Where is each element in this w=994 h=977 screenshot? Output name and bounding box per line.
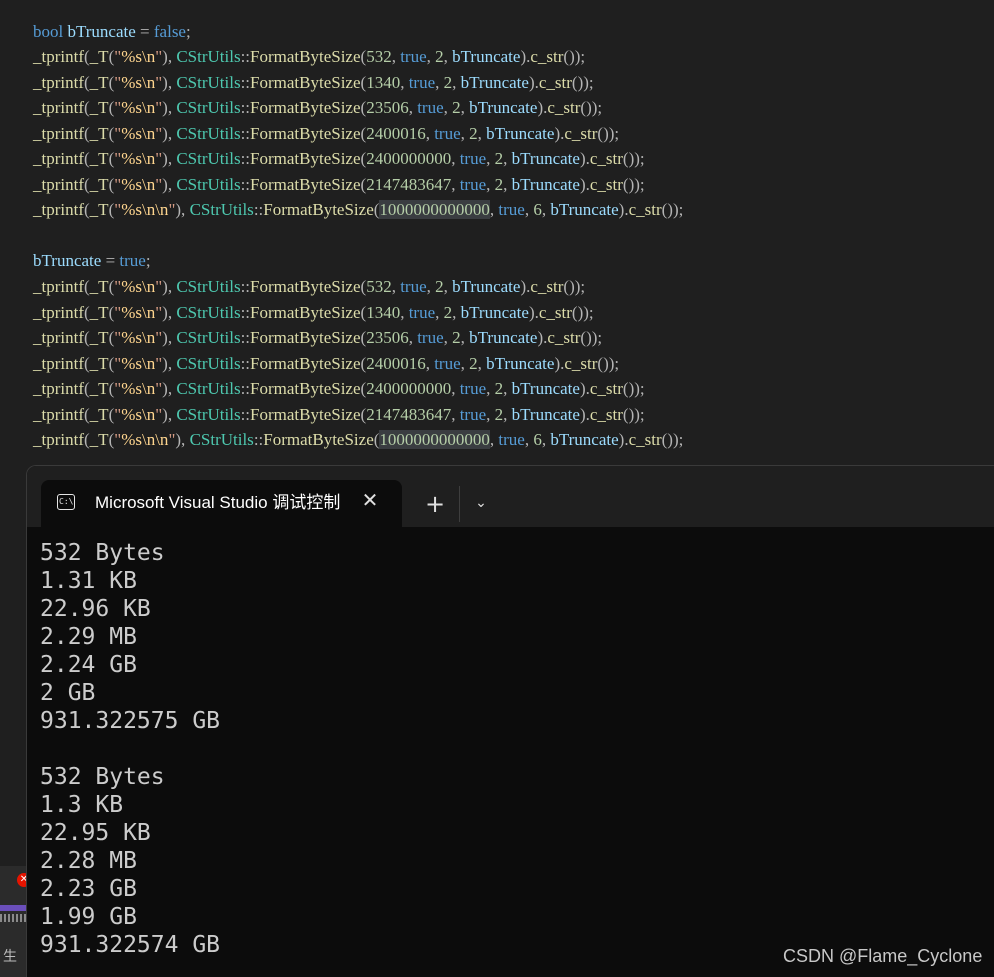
tab-title: Microsoft Visual Studio 调试控制台	[95, 493, 341, 512]
ide-accent-bar	[0, 905, 27, 911]
code-line-call: _tprintf(_T("%s\n"), CStrUtils::FormatBy…	[33, 277, 586, 296]
ide-scroll-marks	[0, 914, 27, 922]
console-icon: C:\	[57, 494, 75, 510]
output-line: 2 GB	[40, 680, 96, 706]
watermark: CSDN @Flame_Cyclone	[783, 946, 983, 966]
new-tab-button[interactable]: +	[421, 490, 449, 518]
output-line: 22.95 KB	[40, 820, 151, 846]
code-line-call: _tprintf(_T("%s\n"), CStrUtils::FormatBy…	[33, 47, 586, 66]
code-line-call: _tprintf(_T("%s\n"), CStrUtils::FormatBy…	[33, 149, 645, 168]
tab-divider	[459, 486, 460, 522]
output-line: 2.24 GB	[40, 652, 137, 678]
code-line-call: _tprintf(_T("%s\n"), CStrUtils::FormatBy…	[33, 328, 603, 347]
terminal-output: 532 Bytes 1.31 KB 22.96 KB 2.29 MB 2.24 GB 2 …	[40, 539, 220, 959]
code-line-call: _tprintf(_T("%s\n"), CStrUtils::FormatBy…	[33, 404, 645, 424]
output-line: 2.28 MB	[40, 848, 137, 874]
code-line-call: _tprintf(_T("%s\n"), CStrUtils::FormatBy…	[33, 174, 645, 194]
output-line: 1.3 KB	[40, 792, 124, 818]
code-line-call: _tprintf(_T("%s\n"), CStrUtils::FormatBy…	[33, 72, 594, 92]
code-line-call: _tprintf(_T("%s\n"), CStrUtils::FormatBy…	[33, 302, 594, 322]
output-line: 1.99 GB	[40, 904, 137, 930]
code-editor[interactable]: bool bTruncate = false; _tprintf(_T("%s\n…	[0, 0, 994, 470]
output-line: 1.31 KB	[40, 568, 137, 594]
code-line-call: _tprintf(_T("%s\n"), CStrUtils::FormatBy…	[33, 98, 603, 117]
output-line: 2.23 GB	[40, 876, 137, 902]
code-line-call: _tprintf(_T("%s\n"), CStrUtils::FormatBy…	[33, 379, 645, 398]
output-line: 2.29 MB	[40, 624, 137, 650]
chevron-down-icon[interactable]: ⌄	[470, 492, 492, 514]
code-line-decl: bool bTruncate = false;	[33, 22, 191, 41]
ide-status-char: 生	[3, 949, 17, 965]
terminal-titlebar[interactable]: C:\ Microsoft Visual Studio 调试控制台 ✕ + ⌄	[27, 466, 994, 527]
code-line-call: _tprintf(_T("%s\n"), CStrUtils::FormatBy…	[33, 123, 620, 143]
output-line: 532 Bytes	[40, 540, 165, 566]
output-line: 22.96 KB	[40, 596, 151, 622]
output-line: 931.322575 GB	[40, 708, 221, 734]
code-line-assign: bTruncate = true;	[33, 251, 151, 270]
code-line-call: _tprintf(_T("%s\n\n"), CStrUtils::Format…	[33, 430, 684, 449]
terminal-tab[interactable]: C:\ Microsoft Visual Studio 调试控制台 ✕	[41, 480, 402, 527]
terminal-window[interactable]: C:\ Microsoft Visual Studio 调试控制台 ✕ + ⌄ …	[27, 466, 994, 977]
code-line-call: _tprintf(_T("%s\n\n"), CStrUtils::Format…	[33, 200, 684, 219]
output-line: 532 Bytes	[40, 764, 165, 790]
code-line-call: _tprintf(_T("%s\n"), CStrUtils::FormatBy…	[33, 353, 620, 373]
output-line: 931.322574 GB	[40, 932, 221, 958]
close-icon[interactable]: ✕	[359, 489, 381, 511]
